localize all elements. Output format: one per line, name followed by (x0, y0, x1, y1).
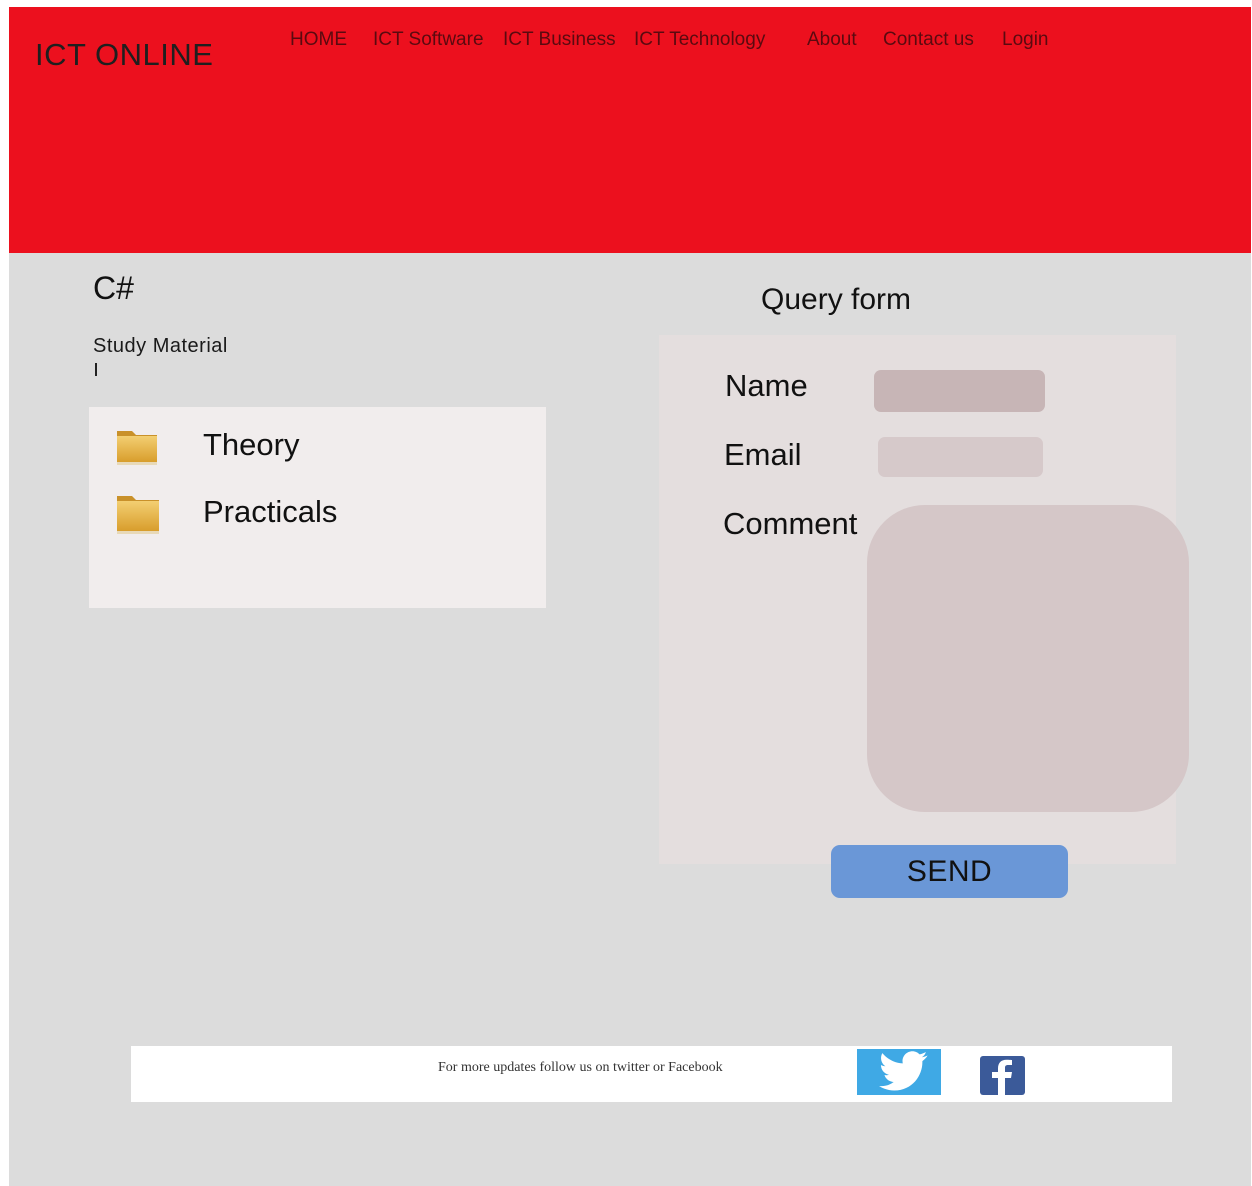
facebook-button[interactable] (980, 1056, 1025, 1095)
nav-ict-technology[interactable]: ICT Technology (634, 29, 765, 51)
study-material-label: Study Material (93, 335, 228, 357)
query-form-title: Query form (761, 283, 912, 316)
send-button[interactable]: SEND (831, 845, 1068, 898)
folder-icon (117, 431, 157, 465)
footer-text: For more updates follow us on twitter or… (438, 1060, 723, 1075)
email-field[interactable] (878, 437, 1043, 477)
nav-about[interactable]: About (807, 29, 857, 51)
twitter-button[interactable] (857, 1049, 941, 1095)
material-item-practicals[interactable]: Practicals (115, 492, 495, 538)
nav-home[interactable]: HOME (290, 29, 347, 51)
comment-field[interactable] (867, 505, 1189, 812)
email-label: Email (724, 437, 802, 472)
page-title: C# (93, 270, 134, 306)
material-label: Theory (203, 427, 300, 462)
twitter-icon (879, 1051, 928, 1091)
name-label: Name (725, 368, 808, 403)
footer: For more updates follow us on twitter or… (131, 1046, 1172, 1102)
comment-label: Comment (723, 506, 858, 541)
nav-ict-software[interactable]: ICT Software (373, 29, 484, 51)
nav-ict-business[interactable]: ICT Business (503, 29, 616, 51)
page: ICT ONLINE HOME ICT Software ICT Busines… (9, 7, 1251, 1186)
folder-icon (117, 496, 159, 534)
name-field[interactable] (874, 370, 1045, 412)
study-material-panel: Theory Practicals (89, 407, 546, 608)
facebook-icon (992, 1059, 1012, 1095)
brand-logo[interactable]: ICT ONLINE (35, 37, 213, 73)
text-cursor (95, 363, 97, 376)
nav-contact-us[interactable]: Contact us (883, 29, 974, 51)
nav-login[interactable]: Login (1002, 29, 1049, 51)
header: ICT ONLINE HOME ICT Software ICT Busines… (9, 7, 1251, 253)
material-item-theory[interactable]: Theory (115, 425, 495, 471)
material-label: Practicals (203, 494, 338, 529)
